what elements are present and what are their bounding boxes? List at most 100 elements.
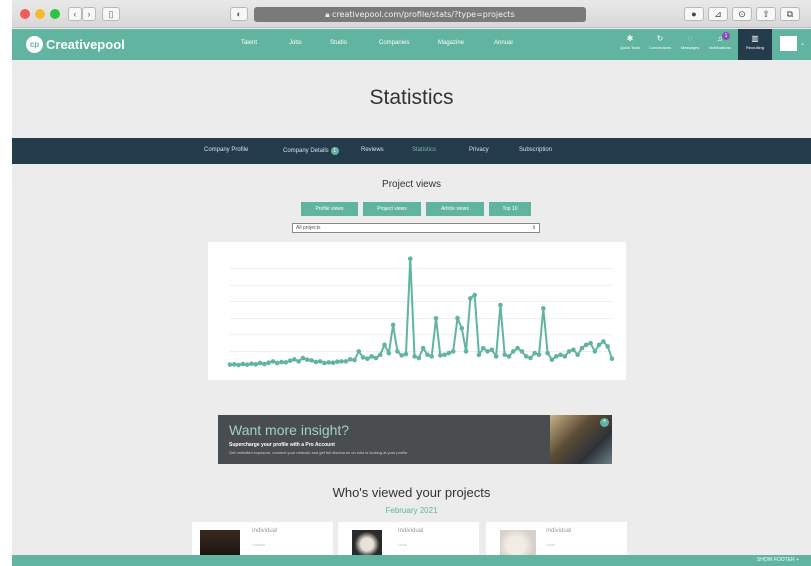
circle-icon: ●: [691, 9, 697, 19]
data-point: [403, 351, 409, 357]
data-point: [476, 352, 482, 358]
data-point: [609, 356, 615, 362]
plus-icon[interactable]: +: [600, 418, 609, 427]
top-10-button[interactable]: Top 10: [489, 202, 531, 216]
data-point: [605, 344, 611, 349]
x-tick-label: 2018: [478, 379, 489, 380]
forward-button[interactable]: ›: [82, 7, 96, 21]
chart-svg: 5001000150020002500300020122013201420152…: [194, 256, 618, 384]
brand-logo[interactable]: cp Creativepool: [26, 36, 125, 53]
nav-annual[interactable]: Annual: [494, 40, 513, 46]
extension-button[interactable]: ●: [684, 7, 704, 21]
data-point: [579, 345, 585, 351]
viewer-location: Lund: [398, 542, 407, 547]
quick-tools-button[interactable]: ✱ Quick Tools: [616, 34, 644, 58]
x-tick-label: 2016: [393, 379, 404, 380]
data-point: [489, 347, 495, 353]
promo-subline: Supercharge your profile with a Pro Acco…: [229, 442, 335, 448]
data-point: [407, 256, 413, 261]
tab-reviews[interactable]: Reviews: [361, 147, 384, 153]
sidebar-button[interactable]: ▯: [102, 7, 120, 21]
sidebar-icon: ▯: [108, 9, 114, 19]
share-button[interactable]: ⇧: [756, 7, 776, 21]
data-point: [429, 354, 435, 359]
tab-privacy[interactable]: Privacy: [469, 147, 489, 153]
data-point: [541, 306, 546, 311]
x-tick-label: 2017: [435, 379, 446, 380]
x-tick-label: 2013: [264, 379, 275, 380]
data-point: [558, 352, 563, 358]
profile-views-button[interactable]: Profile views: [301, 202, 358, 216]
data-point: [442, 352, 447, 358]
gear-icon: ✱: [626, 34, 634, 43]
nav-companies[interactable]: Companies: [379, 40, 409, 46]
data-point: [253, 362, 259, 367]
data-point: [592, 349, 598, 354]
data-point: [279, 359, 284, 365]
data-point: [369, 354, 374, 359]
data-point: [588, 340, 593, 346]
maximize-window-icon[interactable]: [50, 9, 60, 19]
section-title: Project views: [382, 179, 441, 190]
data-point: [583, 342, 589, 348]
project-views-button[interactable]: Project views: [363, 202, 421, 216]
address-bar[interactable]: 🔒︎ creativepool.com/profile/stats/?type=…: [254, 7, 586, 22]
nav-studio[interactable]: Studio: [330, 40, 347, 46]
data-point: [326, 360, 332, 365]
data-point: [510, 349, 516, 354]
download-button[interactable]: ⊙: [732, 7, 752, 21]
promo-body: Get unlimited exposure, connect your net…: [229, 450, 408, 455]
page-title: Statistics: [369, 86, 454, 109]
chevron-down-icon[interactable]: ⌄: [800, 40, 805, 47]
viewer-card[interactable]: Individual London: [192, 522, 333, 556]
data-point: [523, 354, 529, 359]
data-point: [545, 350, 550, 356]
nav-talent[interactable]: Talent: [241, 40, 257, 46]
minimize-window-icon[interactable]: [35, 9, 45, 19]
tab-company-details[interactable]: Company Details 1: [283, 147, 339, 155]
data-point: [244, 362, 250, 367]
x-tick-label: 2014: [307, 379, 318, 380]
nav-magazine[interactable]: Magazine: [438, 40, 464, 46]
data-point: [395, 349, 400, 354]
project-select[interactable]: All projects ⇕: [292, 223, 540, 233]
data-point: [270, 359, 276, 364]
tabs-button[interactable]: ⧉: [780, 7, 800, 21]
data-point: [463, 349, 469, 354]
data-point: [330, 360, 336, 365]
tab-company-details-label: Company Details: [283, 148, 329, 154]
browser-toolbar: ‹ › ▯ ◐ 🔒︎ creativepool.com/profile/stat…: [12, 0, 811, 28]
tab-subscription[interactable]: Subscription: [519, 147, 552, 153]
avatar[interactable]: [780, 36, 797, 51]
tabs-icon: ⧉: [786, 9, 794, 19]
notifications-button[interactable]: ♫ Notifications 1: [706, 32, 734, 58]
back-button[interactable]: ‹: [68, 7, 82, 21]
extension-button-2[interactable]: ⊿: [708, 7, 728, 21]
browser-window: ‹ › ▯ ◐ 🔒︎ creativepool.com/profile/stat…: [12, 0, 811, 566]
messages-button[interactable]: ◌ Messages: [676, 34, 704, 58]
viewer-card[interactable]: Individual Lund: [486, 522, 627, 556]
data-point: [549, 357, 555, 363]
data-point: [575, 352, 580, 358]
article-views-button[interactable]: Article views: [426, 202, 484, 216]
data-point: [317, 359, 323, 364]
viewer-type: Individual: [398, 528, 424, 534]
data-point: [515, 345, 520, 351]
share-icon: ⇧: [762, 9, 770, 19]
url-text: creativepool.com/profile/stats/?type=pro…: [332, 10, 515, 19]
viewer-card[interactable]: Individual Lund: [338, 522, 479, 556]
recruiting-button[interactable]: ▥ Recruiting: [738, 29, 772, 60]
data-point: [292, 357, 297, 362]
show-footer-toggle[interactable]: SHOW FOOTER +: [757, 557, 799, 563]
close-window-icon[interactable]: [20, 9, 30, 19]
privacy-shield-button[interactable]: ◐: [230, 7, 248, 21]
series-line: [229, 258, 613, 367]
data-point: [571, 347, 576, 353]
tab-company-profile[interactable]: Company Profile: [204, 147, 248, 153]
data-point: [262, 361, 267, 367]
nav-jobs[interactable]: Jobs: [289, 40, 302, 46]
tab-statistics[interactable]: Statistics: [412, 147, 436, 153]
connections-button[interactable]: ↻ Connections: [646, 34, 674, 58]
viewer-type: Individual: [546, 528, 572, 534]
pro-account-promo[interactable]: Want more insight? Supercharge your prof…: [218, 415, 612, 464]
